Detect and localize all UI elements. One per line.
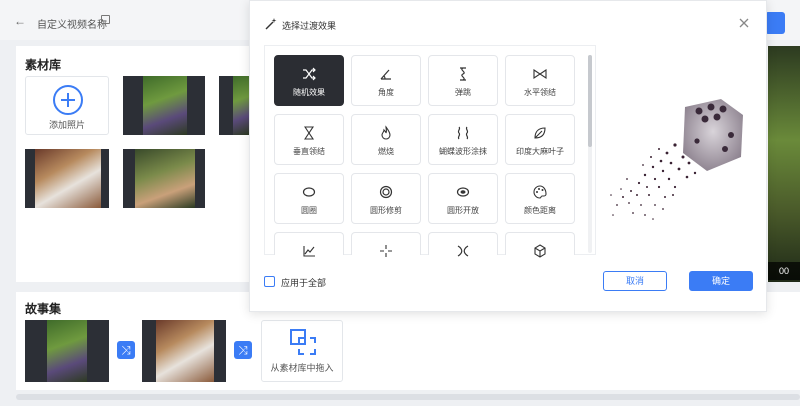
video-preview [768,46,800,282]
library-photo[interactable] [123,76,205,135]
confirm-button[interactable]: 确定 [689,271,753,291]
wave-icon [429,125,497,141]
ellipse-icon [275,184,343,200]
library-photo[interactable] [219,76,249,135]
bowtie-vertical-icon [275,125,343,141]
effect-tile-partial[interactable] [274,232,344,257]
cancel-button[interactable]: 取消 [603,271,667,291]
chart-line-icon [275,243,343,259]
apply-all-checkbox[interactable] [264,276,275,287]
flame-icon [352,125,420,141]
circle-open-icon [429,184,497,200]
effect-label: 印度大麻叶子 [516,147,564,156]
transition-preview-image [603,45,753,255]
spring-icon [429,66,497,82]
effect-tile-circle-crop[interactable]: 圆形修剪 [351,173,421,224]
library-title: 素材库 [25,58,62,72]
horizontal-scrollbar[interactable] [16,394,800,400]
effect-tile-bounce[interactable]: 弹跳 [428,55,498,106]
effect-tile-circle-open[interactable]: 圆形开放 [428,173,498,224]
story-title: 故事集 [25,302,62,316]
arrow-left-icon[interactable]: ← [14,14,26,28]
transition-dialog: 选择过渡效果 随机效果 角度 弹跳 水平领结 垂直领结 燃烧 蝴蝶波形涂抹 印度… [249,0,767,312]
effect-tile-color-distance[interactable]: 颜色距离 [505,173,575,224]
circle-crop-icon [352,184,420,200]
video-title[interactable]: 自定义视频名称 [37,16,107,31]
crosshair-icon [352,243,420,259]
effects-scrollbar[interactable] [588,55,592,253]
story-clip[interactable] [25,320,109,382]
effect-label: 圆形修剪 [370,206,402,215]
effect-tile-partial[interactable] [505,232,575,258]
dialog-title: 选择过渡效果 [282,21,337,31]
bowtie-horizontal-icon [506,66,574,82]
apply-all-label[interactable]: 应用于全部 [281,276,326,289]
effect-tile-burn[interactable]: 燃烧 [351,114,421,165]
drag-from-library-target[interactable]: 从素材库中拖入 [261,320,343,382]
angle-icon [352,66,420,82]
plus-icon [53,85,83,115]
cube-icon [506,243,574,259]
transition-shuffle-icon[interactable]: ⤨ [234,341,252,359]
effect-tile-circle[interactable]: 圆圈 [274,173,344,224]
effect-label: 角度 [378,88,394,97]
effect-label: 蝴蝶波形涂抹 [439,147,487,156]
effect-tile-partial[interactable] [428,232,498,257]
add-photo-button[interactable]: 添加照片 [25,76,109,135]
effect-label: 水平领结 [524,88,556,97]
effect-tile-bowtie-h[interactable]: 水平领结 [505,55,575,106]
library-photo[interactable] [25,149,109,208]
effect-tile-partial[interactable] [351,232,421,257]
effect-label: 随机效果 [293,88,325,97]
library-photo[interactable] [123,149,205,208]
close-icon[interactable] [738,17,750,29]
effect-label: 燃烧 [378,147,394,156]
effect-label: 圆形开放 [447,206,479,215]
effect-label: 垂直领结 [293,147,325,156]
transition-shuffle-icon[interactable]: ⤨ [117,341,135,359]
effect-label: 圆圈 [301,206,317,215]
add-photo-label: 添加照片 [48,120,85,130]
leaf-icon [506,125,574,141]
effect-tile-leaf[interactable]: 印度大麻叶子 [505,114,575,165]
effect-label: 颜色距离 [524,206,556,215]
edit-icon[interactable] [101,15,110,24]
effect-tile-angle[interactable]: 角度 [351,55,421,106]
shuffle-icon [275,66,343,82]
effect-tile-butterfly[interactable]: 蝴蝶波形涂抹 [428,114,498,165]
preview-time-badge: 00 [768,262,800,280]
palette-icon [506,184,574,200]
story-clip[interactable] [142,320,226,382]
magic-wand-icon [264,17,278,31]
drag-label: 从素材库中拖入 [270,363,334,373]
export-button[interactable] [765,12,785,34]
cross-curve-icon [429,243,497,259]
effect-tile-random[interactable]: 随机效果 [274,55,344,106]
effect-tile-bowtie-v[interactable]: 垂直领结 [274,114,344,165]
drag-in-icon [290,329,316,355]
effect-label: 弹跳 [455,88,471,97]
